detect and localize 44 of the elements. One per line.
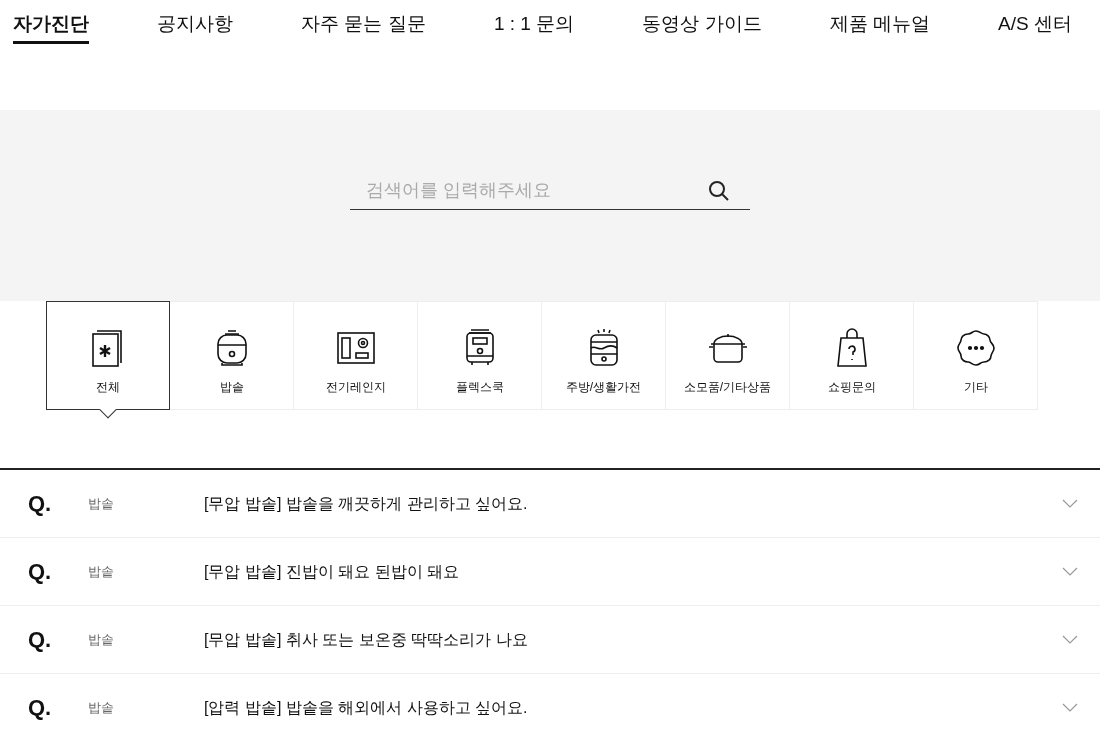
- faq-category: 밥솥: [88, 562, 115, 581]
- q-marker: Q.: [28, 558, 53, 586]
- nav-tab[interactable]: 1 : 1 문의: [493, 10, 575, 44]
- faq-category: 밥솥: [88, 630, 115, 649]
- q-marker: Q.: [28, 694, 53, 722]
- category-tab[interactable]: 주방/생활가전: [542, 301, 666, 410]
- faq-row[interactable]: Q. 밥솥 [무압 밥솥] 밥솥을 깨끗하게 관리하고 싶어요.: [0, 470, 1100, 538]
- nav-tab[interactable]: A/S 센터: [998, 10, 1072, 44]
- search-field[interactable]: 검색어를 입력해주세요: [350, 172, 750, 210]
- nav-tab[interactable]: 자주 묻는 질문: [301, 10, 426, 44]
- shopping-bag-icon: [835, 328, 868, 368]
- nav-tab[interactable]: 제품 메뉴얼: [829, 10, 930, 44]
- nav-tab[interactable]: 자가진단: [13, 10, 89, 44]
- q-marker: Q.: [28, 626, 53, 654]
- faq-question: [무압 밥솥] 취사 또는 보온중 딱딱소리가 나요: [204, 629, 529, 650]
- faq-row[interactable]: Q. 밥솥 [무압 밥솥] 진밥이 돼요 된밥이 돼요: [0, 538, 1100, 606]
- chevron-down-icon[interactable]: [1062, 703, 1078, 712]
- category-tab[interactable]: 소모품/기타상품: [666, 301, 790, 410]
- rice-cooker-icon: [214, 329, 249, 367]
- cooker-icon: [464, 328, 495, 368]
- category-tab[interactable]: 기타: [914, 301, 1038, 410]
- faq-category: 밥솥: [88, 698, 115, 717]
- faq-question: [압력 밥솥] 밥솥을 해외에서 사용하고 싶어요.: [204, 697, 529, 718]
- chevron-down-icon[interactable]: [1062, 635, 1078, 644]
- steamer-icon: [587, 328, 620, 368]
- search-icon[interactable]: [708, 180, 730, 202]
- nav-tab[interactable]: 동영상 가이드: [642, 10, 762, 44]
- faq-category: 밥솥: [88, 494, 115, 513]
- q-marker: Q.: [28, 490, 53, 518]
- faq-question: [무압 밥솥] 진밥이 돼요 된밥이 돼요: [204, 561, 461, 582]
- category-tab[interactable]: 플렉스쿡: [418, 301, 542, 410]
- more-badge-icon: [955, 329, 996, 367]
- range-icon: [335, 331, 376, 365]
- category-tab[interactable]: 쇼핑문의: [790, 301, 914, 410]
- category-tab[interactable]: 밥솥: [170, 301, 294, 410]
- document-icon: [91, 329, 125, 367]
- category-tab[interactable]: 전기레인지: [294, 301, 418, 410]
- chevron-down-icon[interactable]: [1062, 499, 1078, 508]
- faq-question: [무압 밥솥] 밥솥을 깨끗하게 관리하고 싶어요.: [204, 493, 529, 514]
- faq-row[interactable]: Q. 밥솥 [무압 밥솥] 취사 또는 보온중 딱딱소리가 나요: [0, 606, 1100, 674]
- faq-row[interactable]: Q. 밥솥 [압력 밥솥] 밥솥을 해외에서 사용하고 싶어요.: [0, 674, 1100, 729]
- chevron-down-icon[interactable]: [1062, 567, 1078, 576]
- pot-icon: [707, 332, 748, 364]
- nav-tab[interactable]: 공지사항: [157, 10, 234, 44]
